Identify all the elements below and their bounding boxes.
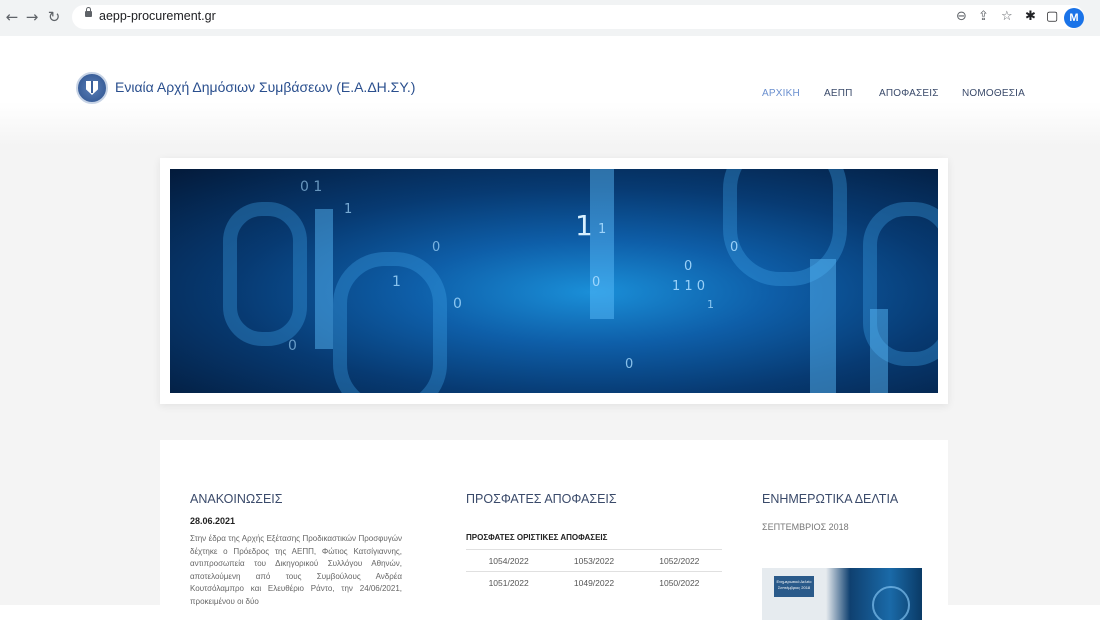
- hero-banner-image: 0 1 1 0 1 0 0 1 1 0 0 1 1 0 1 0 0: [170, 169, 938, 393]
- decision-link[interactable]: 1052/2022: [636, 549, 722, 572]
- svg-text:0: 0: [625, 357, 633, 372]
- svg-text:1: 1: [707, 298, 714, 311]
- news-section: ΑΝΑΚΟΙΝΩΣΕΙΣ 28.06.2021 Στην έδρα της Αρ…: [160, 440, 948, 620]
- address-bar[interactable]: aepp-procurement.gr: [72, 5, 1084, 29]
- decision-link[interactable]: 1054/2022: [466, 549, 552, 572]
- binary-digits-graphic: 0 1 1 0 1 0 0 1 1 0 0 1 1 0 1 0 0: [223, 169, 938, 393]
- svg-text:0: 0: [432, 240, 440, 255]
- briefing-thumbnail[interactable]: Ενημερωτικό Δελτίο Σεπτέμβριος 2018: [762, 568, 922, 620]
- extensions-icon[interactable]: ✱: [1025, 9, 1036, 25]
- svg-text:1: 1: [344, 202, 352, 217]
- zoom-icon[interactable]: ⊖: [956, 9, 967, 25]
- announcement-date: 28.06.2021: [190, 516, 236, 526]
- url-text: aepp-procurement.gr: [99, 9, 216, 23]
- nav-legislation[interactable]: ΝΟΜΟΘΕΣΙΑ: [962, 88, 1025, 99]
- svg-text:1: 1: [598, 222, 606, 237]
- svg-text:0: 0: [453, 296, 462, 312]
- reload-icon[interactable]: ↻: [44, 7, 64, 27]
- decision-link[interactable]: 1050/2022: [636, 571, 722, 593]
- nav-aepp[interactable]: ΑΕΠΠ: [824, 88, 853, 99]
- sidebar-icon[interactable]: ▢: [1046, 9, 1058, 25]
- web-page: Ενιαία Αρχή Δημόσιων Συμβάσεων (Ε.Α.ΔΗ.Σ…: [0, 36, 1100, 620]
- svg-text:1: 1: [392, 274, 401, 290]
- decisions-table: 1054/2022 1053/2022 1052/2022 1051/2022 …: [466, 549, 722, 593]
- decision-link[interactable]: 1051/2022: [466, 571, 552, 593]
- forward-icon[interactable]: →: [22, 7, 42, 27]
- globe-graphic: [872, 586, 910, 620]
- announcement-text[interactable]: Στην έδρα της Αρχής Εξέτασης Προδικαστικ…: [190, 533, 402, 608]
- briefing-date[interactable]: ΣΕΠΤΕΜΒΡΙΟΣ 2018: [762, 522, 849, 532]
- profile-avatar[interactable]: M: [1064, 8, 1084, 28]
- decisions-title[interactable]: ΠΡΟΣΦΑΤΕΣ ΑΠΟΦΑΣΕΙΣ: [466, 492, 617, 506]
- svg-text:0: 0: [592, 275, 600, 290]
- table-row: 1051/2022 1049/2022 1050/2022: [466, 571, 722, 593]
- share-icon[interactable]: ⇪: [978, 9, 989, 25]
- back-icon[interactable]: ←: [2, 7, 22, 27]
- svg-text:0 1: 0 1: [300, 179, 322, 195]
- briefing-thumbnail-label: Ενημερωτικό Δελτίο Σεπτέμβριος 2018: [774, 576, 814, 597]
- svg-text:0: 0: [684, 259, 692, 274]
- announcements-title[interactable]: ΑΝΑΚΟΙΝΩΣΕΙΣ: [190, 492, 283, 506]
- nav-home[interactable]: ΑΡΧΙΚΗ: [762, 88, 800, 99]
- star-icon[interactable]: ☆: [1001, 9, 1013, 25]
- final-decisions-subtitle: ΠΡΟΣΦΑΤΕΣ ΟΡΙΣΤΙΚΕΣ ΑΠΟΦΑΣΕΙΣ: [466, 533, 608, 542]
- decision-link[interactable]: 1049/2022: [551, 571, 637, 593]
- hero-banner-frame: 0 1 1 0 1 0 0 1 1 0 0 1 1 0 1 0 0: [160, 158, 948, 404]
- svg-text:0: 0: [730, 240, 738, 255]
- table-row: 1054/2022 1053/2022 1052/2022: [466, 549, 722, 572]
- briefings-title[interactable]: ΕΝΗΜΕΡΩΤΙΚΑ ΔΕΛΤΙΑ: [762, 492, 898, 506]
- decision-link[interactable]: 1053/2022: [551, 549, 637, 572]
- nav-decisions[interactable]: ΑΠΟΦΑΣΕΙΣ: [879, 88, 939, 99]
- browser-toolbar: ← → ↻ aepp-procurement.gr ⊖ ⇪ ☆ ✱ ▢ M: [0, 0, 1100, 37]
- svg-text:1: 1: [575, 209, 593, 242]
- lock-icon[interactable]: [85, 7, 92, 17]
- site-title[interactable]: Ενιαία Αρχή Δημόσιων Συμβάσεων (Ε.Α.ΔΗ.Σ…: [115, 79, 415, 95]
- site-header: Ενιαία Αρχή Δημόσιων Συμβάσεων (Ε.Α.ΔΗ.Σ…: [0, 36, 1100, 146]
- svg-text:1 1 0: 1 1 0: [672, 279, 705, 294]
- greek-seal-logo[interactable]: [76, 72, 108, 104]
- svg-text:0: 0: [288, 338, 297, 354]
